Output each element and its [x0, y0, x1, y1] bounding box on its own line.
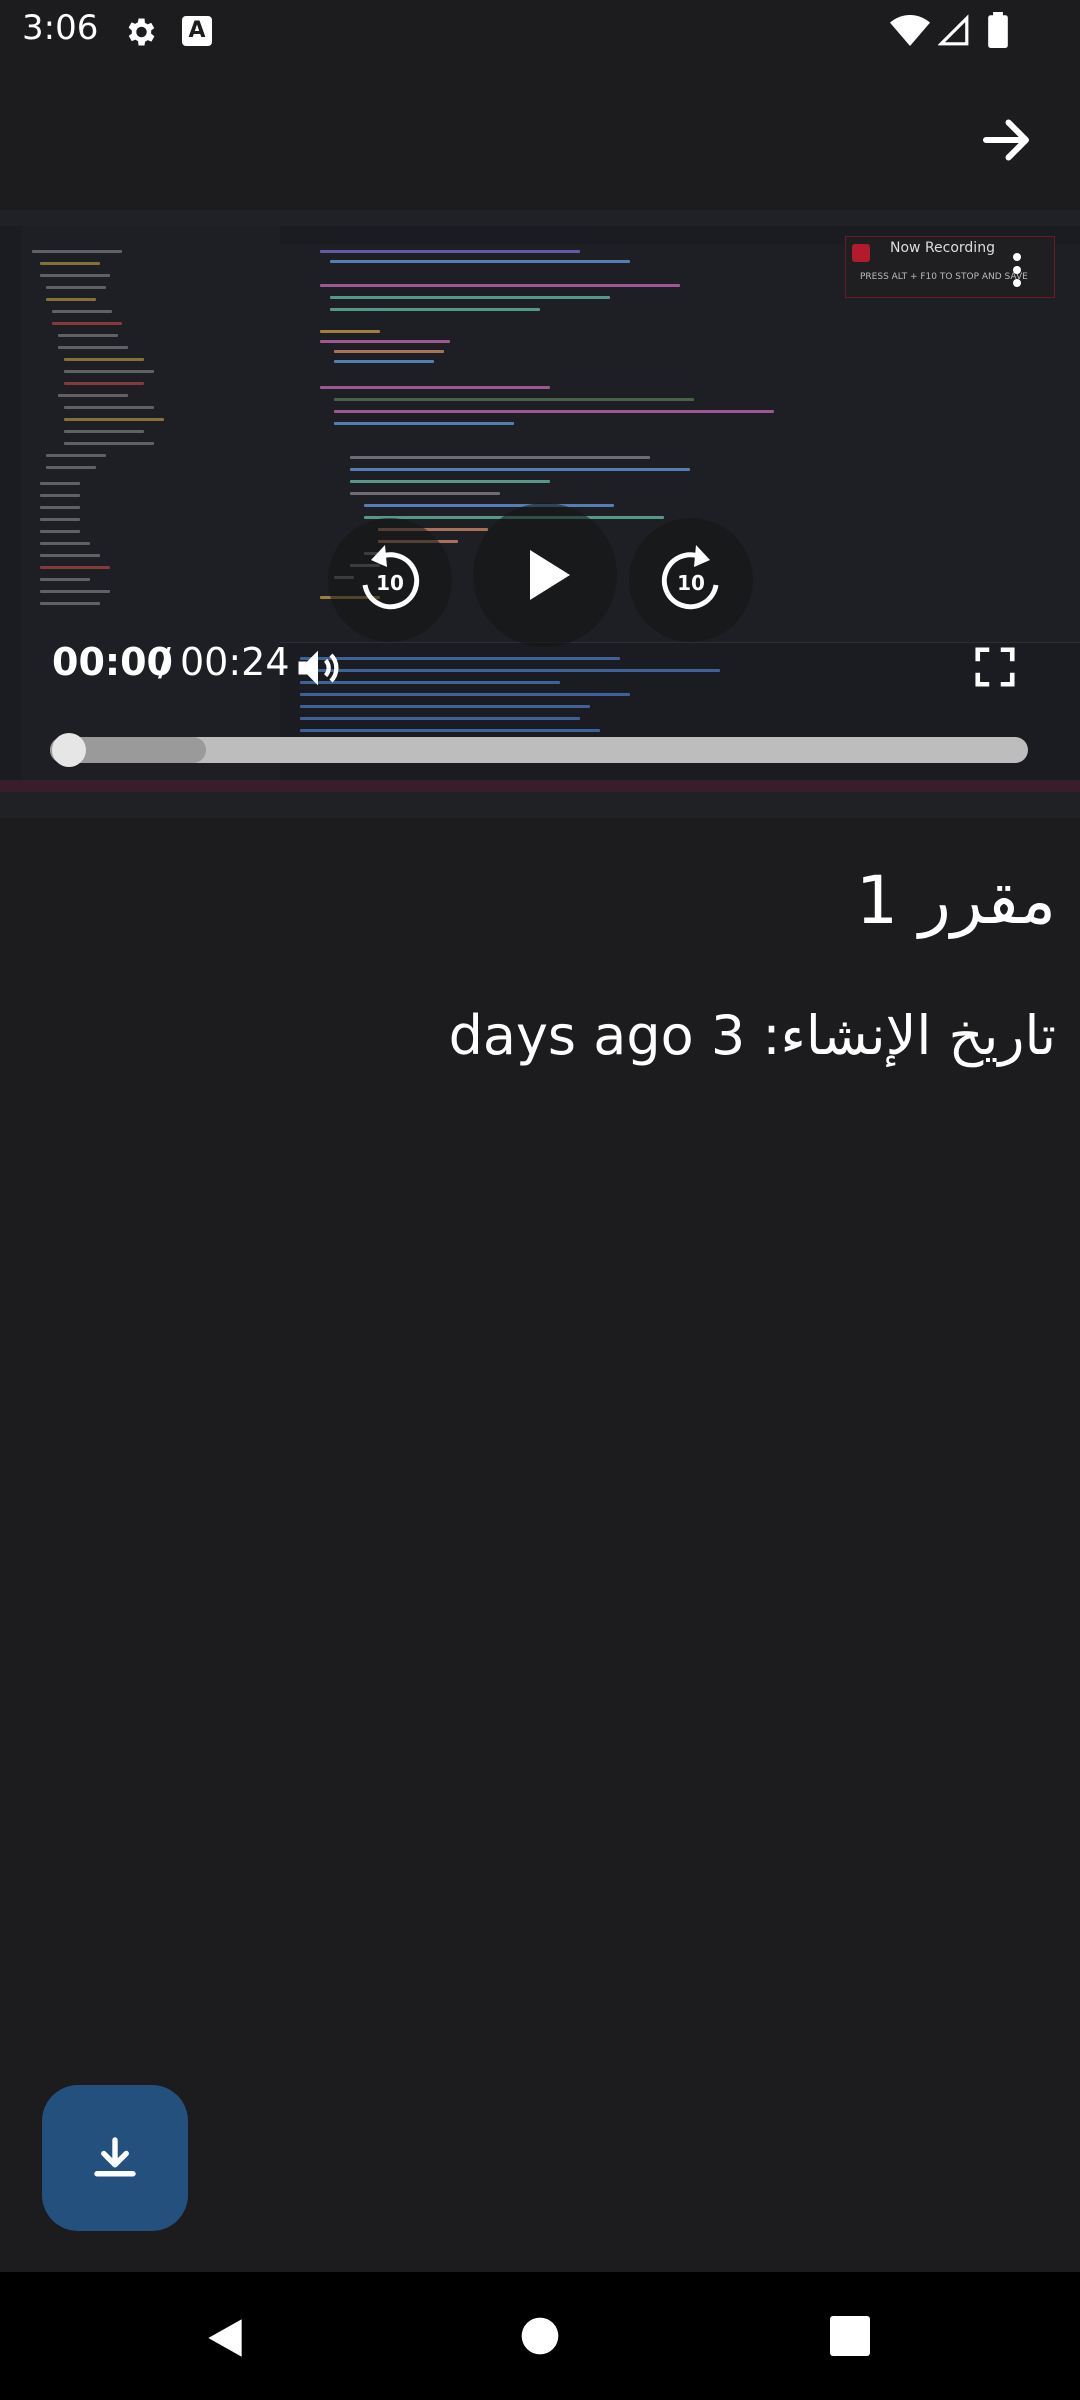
status-bar: 3:06 A	[0, 0, 1080, 62]
video-frame-explorer	[22, 226, 280, 792]
wifi-icon	[890, 15, 930, 46]
recording-title: Now Recording	[890, 240, 995, 256]
video-frame-statusbar	[0, 780, 1080, 792]
back-icon[interactable]	[200, 2312, 250, 2364]
record-icon	[852, 244, 870, 262]
recents-icon[interactable]	[830, 2316, 870, 2356]
home-icon[interactable]	[520, 2316, 560, 2356]
video-frame-activitybar	[0, 226, 22, 792]
forward-10-icon[interactable]: 10	[626, 515, 756, 645]
arrow-right-icon[interactable]	[976, 110, 1036, 170]
rewind-10-icon[interactable]: 10	[325, 515, 455, 645]
course-title: مقرر 1	[855, 862, 1056, 939]
more-vert-icon[interactable]	[1012, 252, 1022, 292]
gear-icon	[128, 18, 155, 46]
video-frame-panel	[280, 642, 1080, 793]
download-icon	[94, 2137, 136, 2177]
video-frame-titlebar	[0, 210, 1080, 226]
play-icon[interactable]	[470, 500, 620, 650]
volume-icon[interactable]	[292, 642, 344, 694]
a-box-icon: A	[182, 16, 212, 46]
status-time: 3:06	[22, 8, 99, 48]
video-frame-taskbar	[0, 792, 1080, 818]
download-button[interactable]	[42, 2085, 188, 2231]
video-player[interactable]: Now Recording PRESS ALT + F10 TO STOP AN…	[0, 210, 1080, 818]
time-separator: /	[158, 640, 171, 684]
created-date: تاريخ الإنشاء: 3 days ago	[448, 1004, 1056, 1067]
fullscreen-icon[interactable]	[972, 644, 1018, 690]
duration: 00:24	[180, 640, 290, 684]
signal-icon	[938, 14, 969, 46]
battery-icon	[988, 12, 1008, 48]
current-time: 00:00	[52, 640, 173, 684]
navigation-bar	[0, 2272, 1080, 2400]
recording-hint: PRESS ALT + F10 TO STOP AND SAVE	[860, 272, 1028, 282]
svg-text:10: 10	[677, 571, 705, 595]
progress-thumb[interactable]	[52, 733, 86, 767]
svg-text:10: 10	[376, 571, 404, 595]
